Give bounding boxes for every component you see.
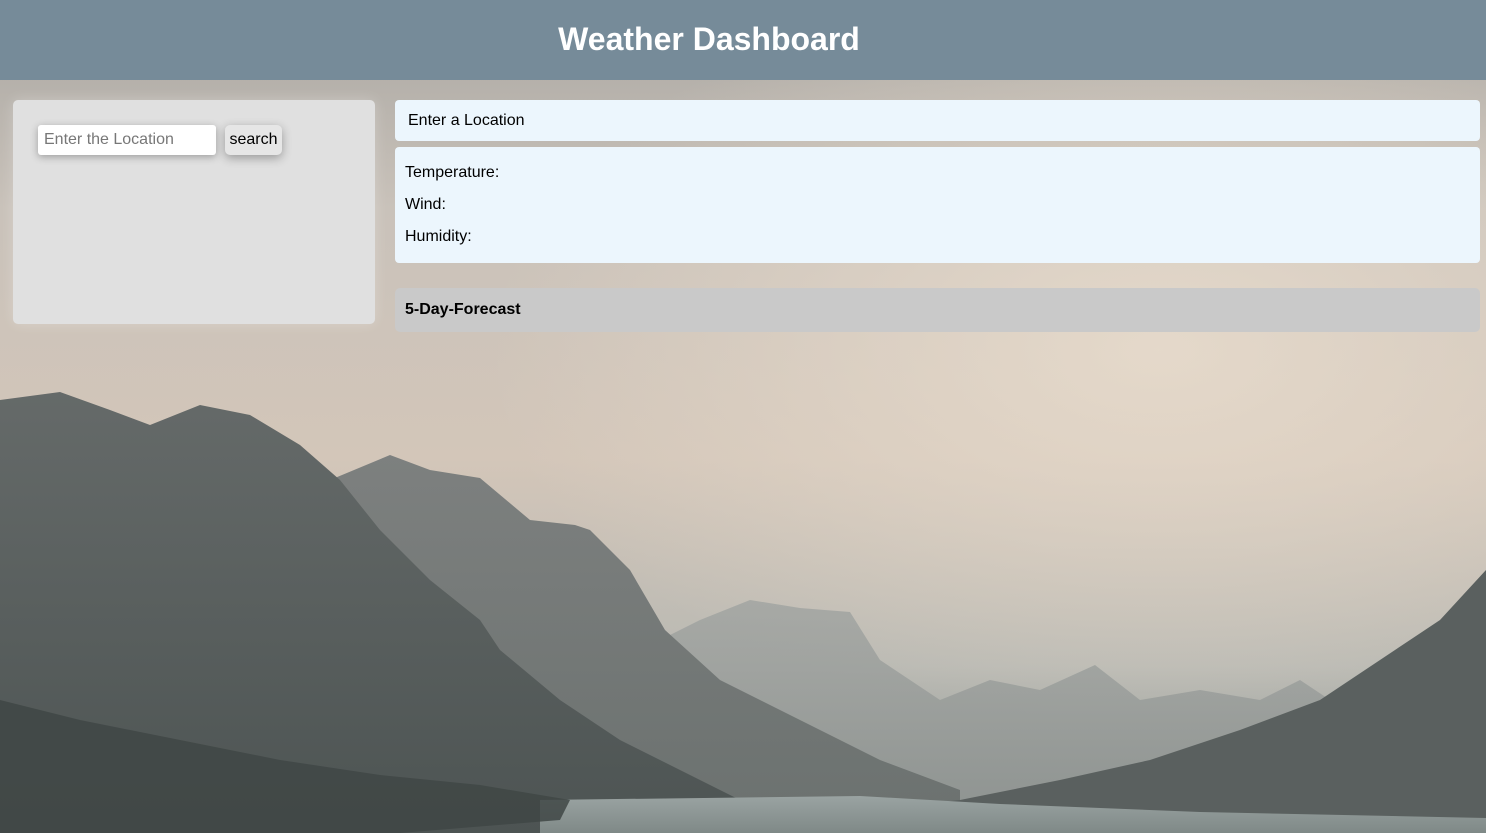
temperature-label: Temperature: [405, 164, 500, 181]
location-search-input[interactable] [38, 125, 216, 155]
wind-row: Wind: [405, 194, 1470, 226]
weather-dashboard-page: Weather Dashboard search Enter a Locatio… [0, 0, 1486, 833]
search-button[interactable]: search [225, 125, 282, 155]
current-weather-card: Temperature: Wind: Humidity: [395, 147, 1480, 263]
wind-label: Wind: [405, 196, 446, 213]
humidity-label: Humidity: [405, 228, 472, 245]
current-location-label: Enter a Location [408, 112, 525, 129]
page-title: Weather Dashboard [558, 21, 860, 57]
current-location-header: Enter a Location [395, 100, 1480, 141]
five-day-forecast-header: 5-Day-Forecast [395, 288, 1480, 332]
forecast-title: 5-Day-Forecast [405, 301, 521, 318]
search-panel: search [13, 100, 375, 324]
humidity-row: Humidity: [405, 226, 1470, 258]
app-header: Weather Dashboard [0, 0, 1486, 80]
temperature-row: Temperature: [405, 162, 1470, 194]
